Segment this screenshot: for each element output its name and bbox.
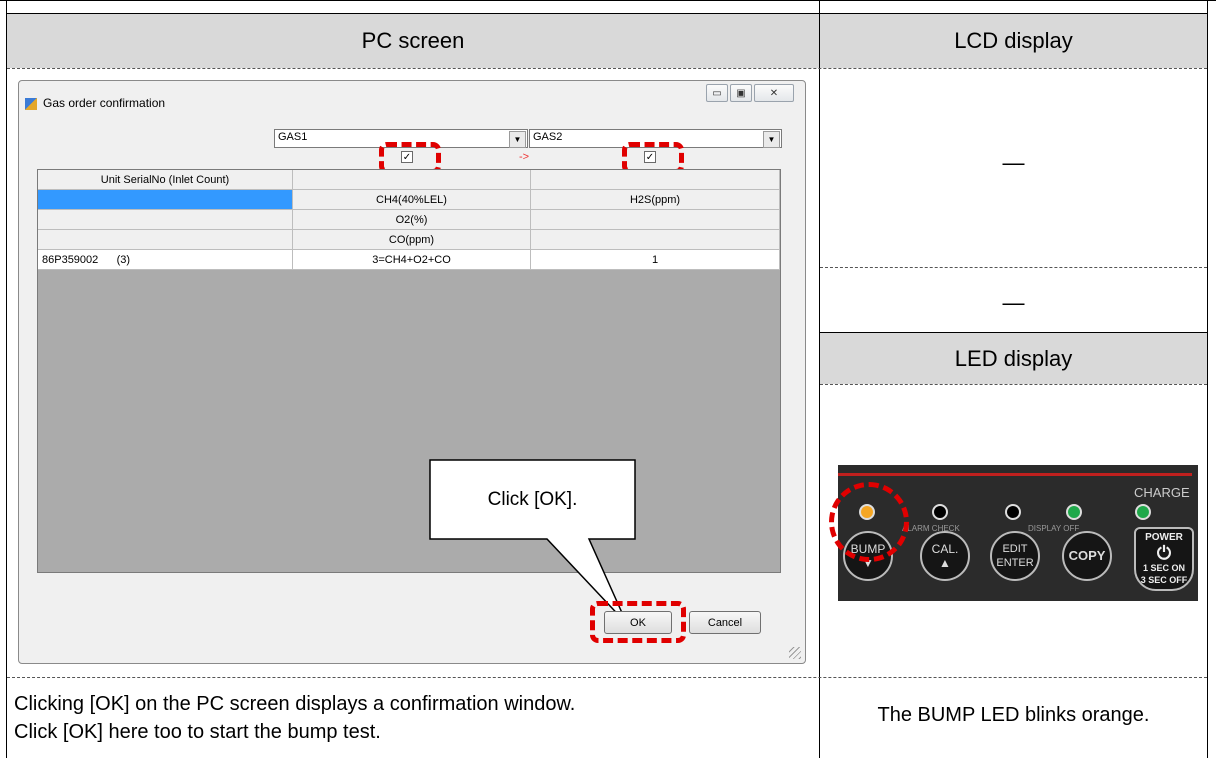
lcd-row-2: — <box>1002 290 1025 315</box>
resize-grip-icon[interactable] <box>789 647 801 659</box>
grid-cell[interactable]: H2S(ppm) <box>531 190 780 210</box>
grid-cell-serial[interactable]: 86P359002 (3) <box>38 250 293 270</box>
alarm-led <box>932 504 948 520</box>
lcd-divider <box>820 267 1207 268</box>
gas-grid: Unit SerialNo (Inlet Count) CH4(40%LEL) … <box>37 169 781 573</box>
instruction-line-2: Click [OK] here too to start the bump te… <box>14 721 381 743</box>
cal-label: CAL. <box>931 542 959 556</box>
copy-label: COPY <box>1068 548 1106 563</box>
panel-red-stripe <box>838 473 1192 476</box>
up-arrow-icon: ▲ <box>939 556 951 570</box>
led-display-header: LED display <box>820 332 1207 384</box>
charge-label: CHARGE <box>1134 485 1190 500</box>
grid-cell[interactable] <box>531 230 780 250</box>
chevron-down-icon: ▼ <box>763 131 780 148</box>
copy-button[interactable]: COPY <box>1062 531 1112 581</box>
enter-label: ENTER <box>996 557 1034 569</box>
cancel-button[interactable]: Cancel <box>689 611 761 634</box>
gas-order-window: Gas order confirmation ▭ ▣ ✕ GAS1 ▼ GAS2… <box>18 80 806 664</box>
grid-cell[interactable]: 1 <box>531 250 780 270</box>
frame-top-line <box>0 0 1216 1</box>
bump-highlight <box>829 482 909 562</box>
led-result-text: The BUMP LED blinks orange. <box>877 704 1150 726</box>
cal-button[interactable]: CAL. ▲ <box>920 531 970 581</box>
window-icon <box>25 98 37 110</box>
ok-highlight <box>590 601 686 643</box>
copy-led <box>1066 504 1082 520</box>
instruction-line-1: Clicking [OK] on the PC screen displays … <box>14 693 576 715</box>
power-sub-2: 3 SEC OFF <box>1140 575 1188 585</box>
grid-cell[interactable] <box>38 230 293 250</box>
edit-enter-button[interactable]: EDIT ENTER <box>990 531 1040 581</box>
edit-label: EDIT <box>1002 543 1028 555</box>
grid-header-serial: Unit SerialNo (Inlet Count) <box>38 170 293 190</box>
callout-text: Click [OK]. <box>487 489 578 510</box>
lcd-display-header: LCD display <box>820 13 1207 68</box>
charge-led <box>1135 504 1151 520</box>
grid-cell[interactable] <box>38 210 293 230</box>
bottom-divider <box>7 677 1207 678</box>
window-title: Gas order confirmation <box>43 96 166 110</box>
lcd-row-1: — <box>1002 150 1025 175</box>
order-arrow: -> <box>519 151 530 163</box>
led-header-divider <box>820 384 1207 385</box>
grid-header-gas1 <box>293 170 531 190</box>
grid-cell[interactable]: O2(%) <box>293 210 531 230</box>
power-sub-1: 1 SEC ON <box>1142 563 1185 573</box>
close-button[interactable]: ✕ <box>754 84 794 102</box>
frame-left-line <box>6 0 7 758</box>
grid-cell[interactable]: CO(ppm) <box>293 230 531 250</box>
display-off-label: DISPLAY OFF <box>1028 524 1080 533</box>
power-icon: ⏻ <box>1156 543 1172 563</box>
grid-cell[interactable] <box>531 210 780 230</box>
grid-cell[interactable]: 3=CH4+O2+CO <box>293 250 531 270</box>
pc-screen-header: PC screen <box>7 13 819 68</box>
instruction-text: Clicking [OK] on the PC screen displays … <box>14 690 814 746</box>
grid-header-gas2 <box>531 170 780 190</box>
header-divider <box>7 68 1207 69</box>
edit-led <box>1005 504 1021 520</box>
chevron-down-icon: ▼ <box>509 131 526 148</box>
minimize-button[interactable]: ▭ <box>706 84 728 102</box>
grid-cell-selected[interactable] <box>38 190 293 210</box>
frame-right-line <box>1207 0 1208 758</box>
maximize-button[interactable]: ▣ <box>730 84 752 102</box>
gas2-value: GAS2 <box>533 131 563 143</box>
gas1-value: GAS1 <box>278 131 308 143</box>
grid-cell[interactable]: CH4(40%LEL) <box>293 190 531 210</box>
power-button[interactable]: POWER ⏻ 1 SEC ON 3 SEC OFF <box>1134 527 1194 591</box>
